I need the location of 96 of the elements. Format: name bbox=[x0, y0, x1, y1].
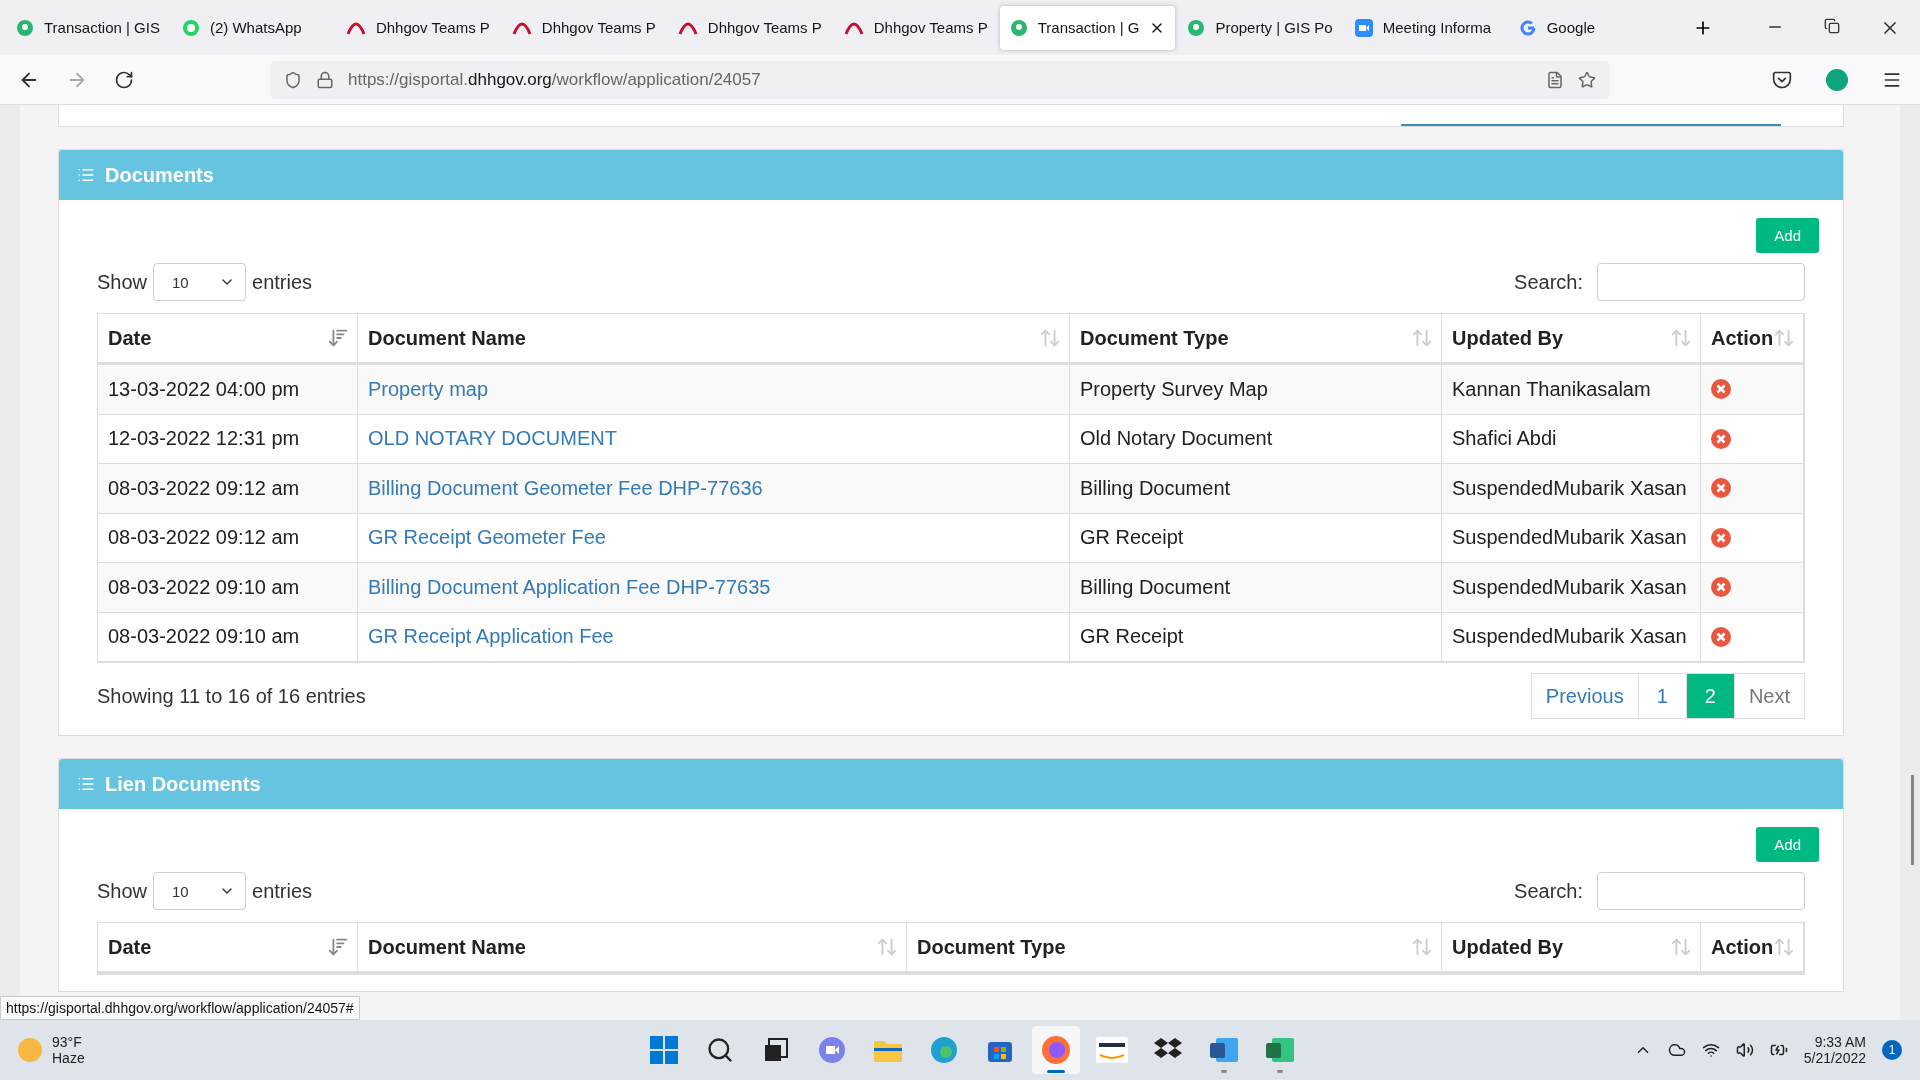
restore-icon[interactable] bbox=[1824, 17, 1840, 34]
video-camera-icon bbox=[1354, 18, 1373, 37]
remove-icon[interactable] bbox=[1711, 626, 1731, 647]
date-cell: 08-03-2022 09:10 am bbox=[98, 612, 358, 662]
scrollbar-thumb[interactable] bbox=[1911, 775, 1914, 865]
browser-tab[interactable]: Dhhgov Teams P bbox=[833, 5, 998, 50]
page-size-select[interactable]: 10 bbox=[153, 263, 247, 301]
address-bar[interactable]: https://gisportal.dhhgov.org/workflow/application/24057 bbox=[270, 60, 1610, 99]
notification-badge[interactable]: 1 bbox=[1882, 1040, 1902, 1060]
spreadsheet-icon[interactable] bbox=[1266, 1036, 1294, 1064]
chat-bubble-icon bbox=[181, 18, 200, 37]
panel-title: Lien Documents bbox=[105, 772, 261, 796]
shield-icon[interactable] bbox=[284, 70, 302, 89]
search-field[interactable] bbox=[1597, 872, 1805, 910]
document-link[interactable]: GR Receipt Application Fee bbox=[368, 625, 614, 649]
task-view-icon[interactable] bbox=[763, 1037, 789, 1063]
entries-label: entries bbox=[252, 270, 313, 294]
document-type-cell: Property Survey Map bbox=[1070, 365, 1442, 415]
remove-icon[interactable] bbox=[1711, 478, 1731, 499]
browser-tab[interactable]: Dhhgov Teams P bbox=[667, 5, 832, 50]
cloud-icon[interactable] bbox=[1667, 1041, 1686, 1059]
shopping-cart-logo-icon[interactable] bbox=[1096, 1037, 1128, 1063]
remove-icon[interactable] bbox=[1711, 527, 1731, 548]
list-icon bbox=[77, 775, 95, 793]
search-label: Search: bbox=[1514, 270, 1583, 294]
google-g-icon bbox=[1518, 18, 1537, 37]
pocket-icon[interactable] bbox=[1772, 69, 1792, 90]
panel-title: Documents bbox=[105, 163, 214, 187]
show-label: Show bbox=[97, 879, 148, 903]
temperature: 93°F bbox=[52, 1034, 83, 1050]
document-type-cell: GR Receipt bbox=[1070, 612, 1442, 662]
list-icon bbox=[77, 166, 95, 184]
url-text: https://gisportal.dhhgov.org/workflow/application/24057 bbox=[348, 69, 762, 90]
document-type-cell: GR Receipt bbox=[1070, 513, 1442, 563]
weather-condition: Haze bbox=[52, 1050, 85, 1066]
column-header[interactable]: Updated By bbox=[1442, 923, 1701, 974]
date-cell: 12-03-2022 12:31 pm bbox=[98, 414, 358, 464]
document-link[interactable]: GR Receipt Geometer Fee bbox=[368, 526, 606, 550]
globe-icon bbox=[1009, 18, 1028, 37]
video-chat-icon[interactable] bbox=[818, 1036, 846, 1064]
date-cell: 08-03-2022 09:12 am bbox=[98, 464, 358, 514]
updated-by-cell: Kannan Thanikasalam bbox=[1442, 365, 1701, 415]
show-label: Show bbox=[97, 270, 148, 294]
document-link[interactable]: Property map bbox=[368, 377, 489, 401]
updated-by-cell: SuspendedMubarik Xasan bbox=[1442, 513, 1701, 563]
pagination-link[interactable]: Next bbox=[1733, 673, 1805, 719]
browser-tab[interactable]: Meeting Informa bbox=[1344, 5, 1507, 50]
browser-tab[interactable]: Property | GIS Po bbox=[1177, 5, 1343, 50]
speaker-icon[interactable] bbox=[1735, 1041, 1754, 1059]
document-type-cell: Billing Document bbox=[1070, 563, 1442, 613]
browser-tab[interactable]: Transaction | G bbox=[999, 5, 1176, 50]
remove-icon[interactable] bbox=[1711, 379, 1731, 400]
updated-by-cell: SuspendedMubarik Xasan bbox=[1442, 563, 1701, 613]
folder-icon[interactable] bbox=[874, 1038, 902, 1062]
document-type-cell: Billing Document bbox=[1070, 464, 1442, 514]
pagination-link[interactable]: Previous bbox=[1530, 673, 1639, 719]
updated-by-cell: Shafici Abdi bbox=[1442, 414, 1701, 464]
updated-by-cell: SuspendedMubarik Xasan bbox=[1442, 612, 1701, 662]
windows-logo-icon[interactable] bbox=[650, 1036, 678, 1064]
table-info: Showing 11 to 16 of 16 entries bbox=[97, 684, 366, 708]
column-header[interactable]: Action bbox=[1701, 923, 1805, 974]
search-icon[interactable] bbox=[706, 1036, 734, 1064]
browser-tab[interactable]: Dhhgov Teams P bbox=[335, 5, 500, 50]
browser-tab[interactable]: (2) WhatsApp bbox=[171, 5, 334, 50]
entries-label: entries bbox=[252, 879, 313, 903]
search-field[interactable] bbox=[1597, 263, 1805, 301]
page-size-select[interactable]: 10 bbox=[153, 872, 247, 910]
column-header[interactable]: Date bbox=[98, 923, 358, 974]
date-cell: 08-03-2022 09:12 am bbox=[98, 513, 358, 563]
wifi-icon[interactable] bbox=[1701, 1041, 1720, 1059]
updated-by-cell: SuspendedMubarik Xasan bbox=[1442, 464, 1701, 514]
browser-tab[interactable]: Dhhgov Teams P bbox=[501, 5, 666, 50]
column-header[interactable]: Document Type bbox=[907, 923, 1442, 974]
search-label: Search: bbox=[1514, 879, 1583, 903]
globe-icon bbox=[1187, 18, 1206, 37]
browser-tab[interactable]: Google bbox=[1508, 5, 1671, 50]
bookmark-star-icon[interactable] bbox=[1578, 70, 1596, 89]
document-type-cell: Old Notary Document bbox=[1070, 414, 1442, 464]
sort-descending-icon[interactable] bbox=[327, 327, 349, 349]
lock-icon[interactable] bbox=[316, 70, 334, 89]
date-cell: 08-03-2022 09:10 am bbox=[98, 563, 358, 613]
clock-date: 5/21/2022 bbox=[1803, 1050, 1866, 1066]
globe-icon bbox=[16, 18, 34, 37]
document-link[interactable]: OLD NOTARY DOCUMENT bbox=[368, 427, 617, 451]
account-icon[interactable] bbox=[1826, 68, 1848, 91]
remove-icon[interactable] bbox=[1711, 577, 1731, 598]
sort-descending-icon[interactable] bbox=[327, 936, 349, 958]
date-cell: 13-03-2022 04:00 pm bbox=[98, 365, 358, 415]
browser-tab[interactable]: Transaction | GIS bbox=[6, 5, 170, 50]
column-header[interactable]: Document Name bbox=[358, 923, 907, 974]
status-url: https://gisportal.dhhgov.org/workflow/application/24057# bbox=[0, 996, 360, 1020]
page-number[interactable]: 1 bbox=[1637, 673, 1687, 719]
clock-time: 9:33 AM bbox=[1814, 1034, 1866, 1050]
reader-view-icon[interactable] bbox=[1546, 70, 1564, 89]
reload-icon[interactable] bbox=[114, 69, 134, 90]
remove-icon[interactable] bbox=[1711, 428, 1731, 449]
